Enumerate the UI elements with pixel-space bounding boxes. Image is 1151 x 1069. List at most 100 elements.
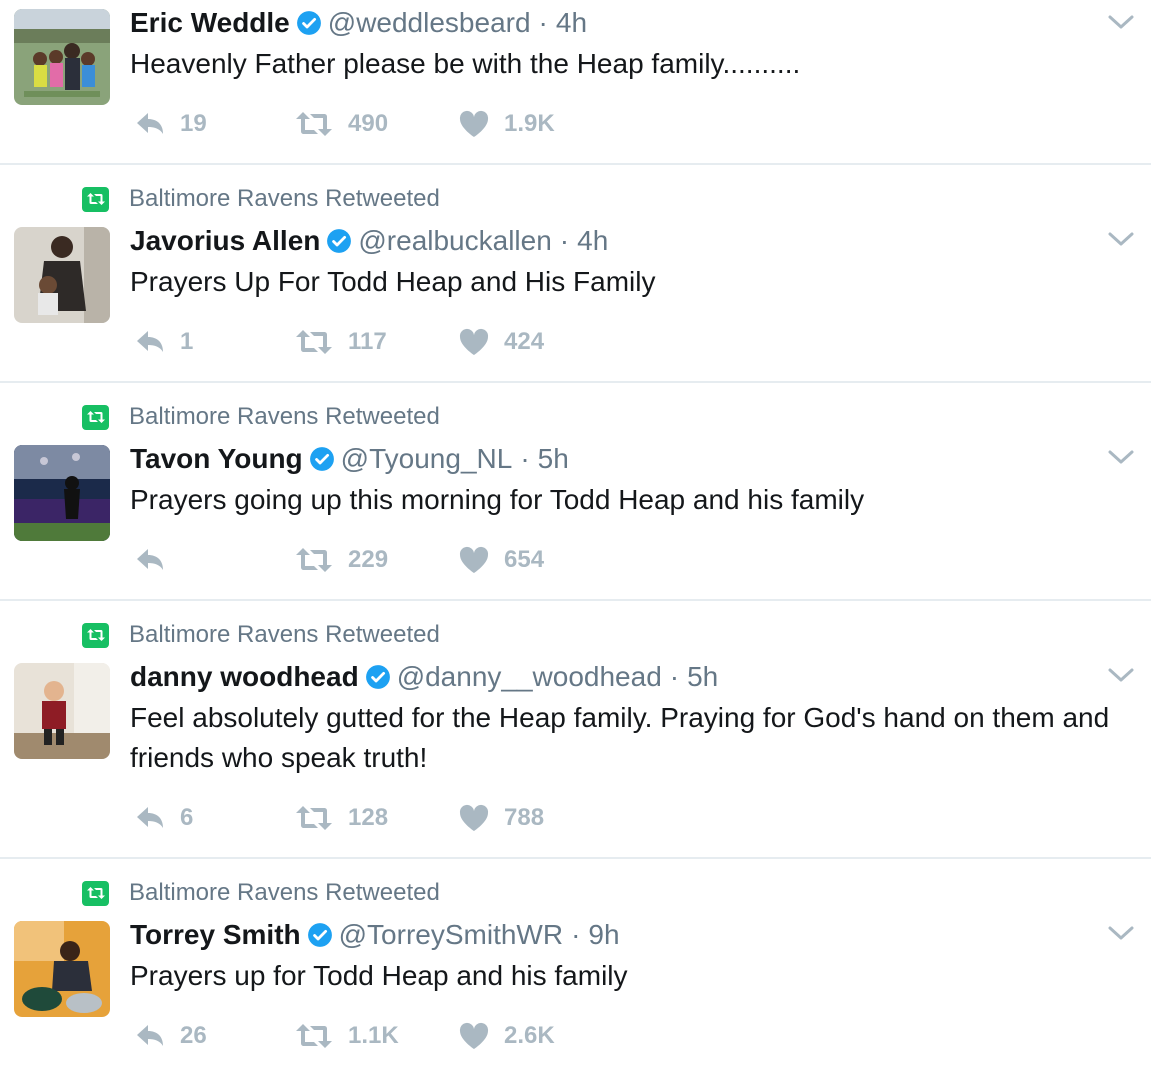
verified-badge-icon: [296, 10, 322, 36]
chevron-down-icon[interactable]: [1107, 12, 1135, 32]
tweet-text: Prayers going up this morning for Todd H…: [130, 484, 865, 515]
retweet-button[interactable]: 490: [294, 104, 388, 144]
chevron-down-icon[interactable]: [1107, 665, 1135, 685]
heart-icon: [459, 1022, 489, 1049]
like-button[interactable]: 2.6K: [458, 1016, 555, 1056]
retweet-count: 1.1K: [348, 1022, 399, 1049]
reply-icon: [137, 549, 163, 570]
heart-icon: [459, 110, 489, 137]
retweet-context-label[interactable]: Baltimore Ravens Retweeted: [129, 621, 440, 649]
reply-count: 1: [180, 328, 194, 355]
avatar[interactable]: [14, 663, 110, 759]
retweet-context-label[interactable]: Baltimore Ravens Retweeted: [129, 185, 440, 213]
retweet-badge-icon: [82, 404, 109, 430]
retweet-icon: [296, 806, 332, 830]
retweet-icon: [296, 548, 332, 572]
author-name[interactable]: danny woodhead: [130, 661, 359, 693]
tweet-4[interactable]: Baltimore Ravens Retweeted danny woodhea…: [0, 601, 1151, 859]
like-count: 424: [504, 328, 545, 355]
separator-dot: ·: [520, 443, 530, 474]
reply-count: 6: [180, 804, 194, 831]
retweet-icon: [296, 112, 332, 136]
separator-dot: ·: [669, 661, 680, 692]
author-handle[interactable]: @danny__woodhead: [397, 661, 662, 693]
tweet-text: Feel absolutely gutted for the Heap fami…: [130, 702, 1110, 773]
retweet-icon: [296, 330, 332, 354]
verified-badge-icon: [307, 922, 333, 948]
reply-button[interactable]: 26: [134, 1016, 207, 1056]
like-count: 654: [504, 546, 545, 573]
tweet-timestamp[interactable]: 5h: [538, 443, 569, 475]
tweet-timestamp[interactable]: 4h: [556, 7, 587, 39]
retweet-button[interactable]: 1.1K: [294, 1016, 399, 1056]
like-button[interactable]: 788: [458, 798, 544, 838]
reply-button[interactable]: 1: [134, 322, 193, 362]
author-handle[interactable]: @Tyoung_NL: [341, 443, 513, 475]
like-count: 788: [504, 804, 545, 831]
retweet-button[interactable]: 128: [294, 798, 388, 838]
separator-dot: ·: [559, 225, 570, 256]
reply-count: 19: [180, 110, 207, 137]
author-name[interactable]: Eric Weddle: [130, 7, 290, 39]
heart-icon: [459, 804, 489, 831]
chevron-down-icon[interactable]: [1107, 923, 1135, 943]
tweet-2[interactable]: Baltimore Ravens Retweeted Javorius Alle…: [0, 165, 1151, 383]
avatar[interactable]: [14, 445, 110, 541]
reply-icon: [137, 807, 163, 828]
author-name[interactable]: Tavon Young: [130, 443, 303, 475]
tweet-1[interactable]: Eric Weddle @weddlesbeard · 4h Heavenly …: [0, 0, 1151, 165]
like-count: 2.6K: [504, 1022, 555, 1049]
tweet-text: Prayers Up For Todd Heap and His Family: [130, 266, 656, 297]
like-button[interactable]: 654: [458, 540, 544, 580]
tweet-5[interactable]: Baltimore Ravens Retweeted Torrey Smith …: [0, 859, 1151, 1069]
author-handle[interactable]: @realbuckallen: [358, 225, 551, 257]
retweet-badge-icon: [82, 622, 109, 648]
like-button[interactable]: 1.9K: [458, 104, 555, 144]
tweet-timestamp[interactable]: 5h: [687, 661, 718, 693]
reply-icon: [137, 1025, 163, 1046]
retweet-context-label[interactable]: Baltimore Ravens Retweeted: [129, 403, 440, 431]
retweet-count: 128: [348, 804, 389, 831]
retweet-context: Baltimore Ravens Retweeted: [82, 621, 440, 649]
chevron-down-icon[interactable]: [1107, 229, 1135, 249]
retweet-count: 229: [348, 546, 389, 573]
author-name[interactable]: Javorius Allen: [130, 225, 320, 257]
retweet-badge-icon: [82, 186, 109, 212]
retweet-badge-icon: [82, 880, 109, 906]
reply-icon: [137, 113, 163, 134]
retweet-icon: [296, 1024, 332, 1048]
reply-count: 26: [180, 1022, 207, 1049]
tweet-timestamp[interactable]: 4h: [577, 225, 608, 257]
chevron-down-icon[interactable]: [1107, 447, 1135, 467]
reply-button[interactable]: 6: [134, 798, 193, 838]
author-handle[interactable]: @TorreySmithWR: [339, 919, 563, 951]
verified-badge-icon: [309, 446, 335, 472]
tweet-text: Prayers up for Todd Heap and his family: [130, 960, 628, 991]
like-button[interactable]: 424: [458, 322, 544, 362]
verified-badge-icon: [326, 228, 352, 254]
retweet-count: 490: [348, 110, 389, 137]
avatar[interactable]: [14, 921, 110, 1017]
tweet-text: Heavenly Father please be with the Heap …: [130, 48, 801, 79]
tweet-timestamp[interactable]: 9h: [588, 919, 619, 951]
verified-badge-icon: [365, 664, 391, 690]
avatar[interactable]: [14, 227, 110, 323]
avatar[interactable]: [14, 9, 110, 105]
retweet-context: Baltimore Ravens Retweeted: [82, 185, 440, 213]
heart-icon: [459, 328, 489, 355]
reply-icon: [137, 331, 163, 352]
retweet-count: 117: [348, 328, 387, 355]
like-count: 1.9K: [504, 110, 555, 137]
heart-icon: [459, 546, 489, 573]
reply-button[interactable]: [134, 540, 180, 580]
tweet-3[interactable]: Baltimore Ravens Retweeted Tavon Young @…: [0, 383, 1151, 601]
retweet-context-label[interactable]: Baltimore Ravens Retweeted: [129, 879, 440, 907]
reply-button[interactable]: 19: [134, 104, 207, 144]
retweet-button[interactable]: 117: [294, 322, 387, 362]
retweet-button[interactable]: 229: [294, 540, 388, 580]
author-name[interactable]: Torrey Smith: [130, 919, 301, 951]
retweet-context: Baltimore Ravens Retweeted: [82, 879, 440, 907]
retweet-context: Baltimore Ravens Retweeted: [82, 403, 440, 431]
separator-dot: ·: [538, 7, 548, 38]
author-handle[interactable]: @weddlesbeard: [328, 7, 531, 39]
